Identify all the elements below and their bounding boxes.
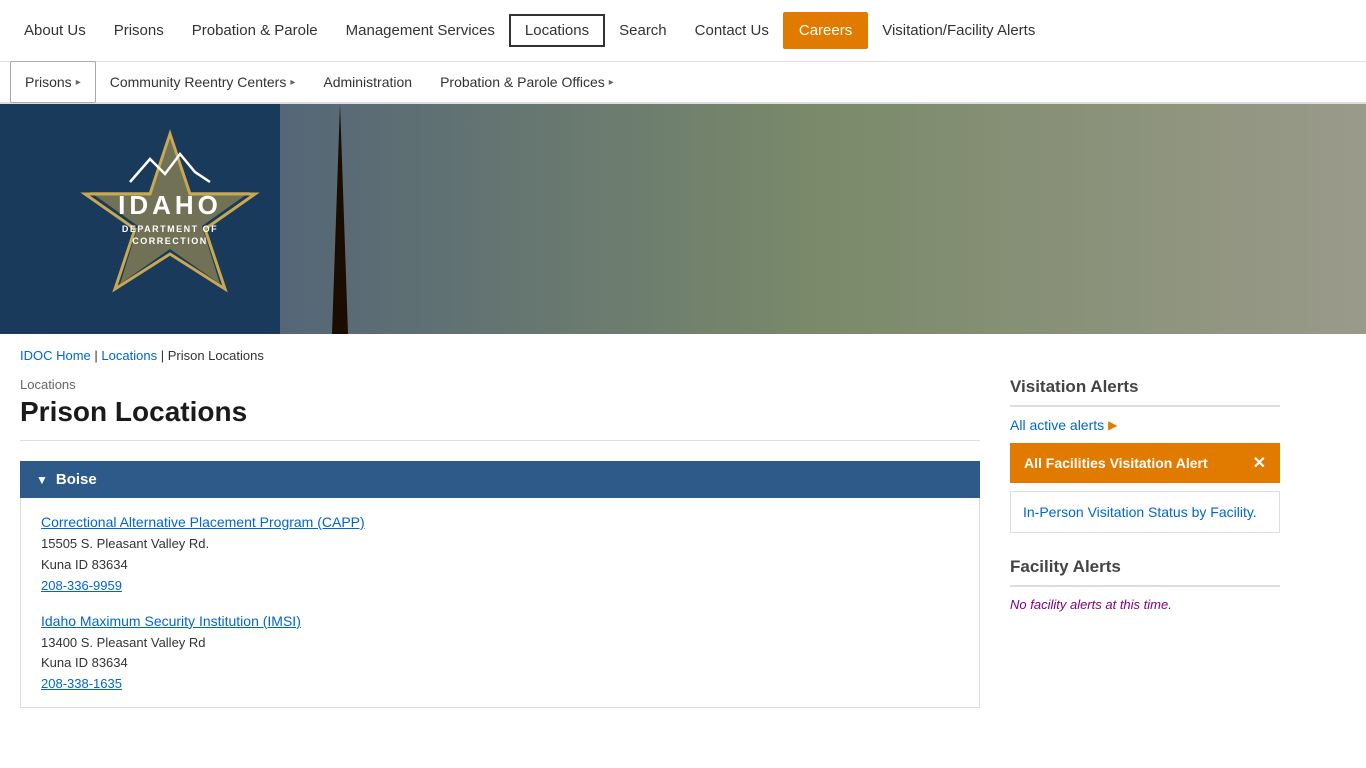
page-title: Prison Locations xyxy=(20,396,980,441)
location-section-boise: ▼ Boise Correctional Alternative Placeme… xyxy=(20,461,980,708)
facility-address-imsi: 13400 S. Pleasant Valley Rd Kuna ID 8363… xyxy=(41,633,959,675)
nav-about-us[interactable]: About Us xyxy=(10,0,100,62)
subnav-administration[interactable]: Administration xyxy=(309,61,426,103)
subnav-probation-arrow: ▸ xyxy=(609,77,614,88)
nav-visitation-alerts[interactable]: Visitation/Facility Alerts xyxy=(868,0,1049,62)
facility-entry-capp: Correctional Alternative Placement Progr… xyxy=(41,514,959,593)
subnav-community-reentry[interactable]: Community Reentry Centers ▸ xyxy=(96,61,310,103)
svg-text:DEPARTMENT OF: DEPARTMENT OF xyxy=(122,224,218,234)
facility-entry-imsi: Idaho Maximum Security Institution (IMSI… xyxy=(41,613,959,692)
visitation-alerts-title: Visitation Alerts xyxy=(1010,377,1280,407)
facility-phone-capp[interactable]: 208-336-9959 xyxy=(41,578,959,593)
section-header-boise[interactable]: ▼ Boise xyxy=(20,461,980,498)
facility-alerts-title: Facility Alerts xyxy=(1010,557,1280,587)
nav-contact-us[interactable]: Contact Us xyxy=(681,0,783,62)
nav-probation-parole[interactable]: Probation & Parole xyxy=(178,0,332,62)
svg-text:IDAHO: IDAHO xyxy=(118,190,222,220)
svg-text:CORRECTION: CORRECTION xyxy=(132,236,208,246)
nav-careers[interactable]: Careers xyxy=(783,12,868,49)
content-right: Visitation Alerts All active alerts ▶ Al… xyxy=(1010,377,1280,708)
all-facilities-alert-banner[interactable]: All Facilities Visitation Alert ✕ xyxy=(1010,443,1280,483)
sub-nav: Prisons ▸ Community Reentry Centers ▸ Ad… xyxy=(0,62,1366,104)
nav-prisons[interactable]: Prisons xyxy=(100,0,178,62)
visitation-alerts-section: Visitation Alerts All active alerts ▶ Al… xyxy=(1010,377,1280,533)
facility-alerts-section: Facility Alerts No facility alerts at th… xyxy=(1010,557,1280,612)
breadcrumb-locations[interactable]: Locations xyxy=(101,348,157,363)
nav-management-services[interactable]: Management Services xyxy=(332,0,509,62)
page-category: Locations xyxy=(20,377,980,392)
section-toggle-arrow: ▼ xyxy=(36,473,48,487)
facility-phone-imsi[interactable]: 208-338-1635 xyxy=(41,676,959,691)
breadcrumb-current: Prison Locations xyxy=(168,348,264,363)
subnav-probation-parole-offices[interactable]: Probation & Parole Offices ▸ xyxy=(426,61,628,103)
facility-name-capp[interactable]: Correctional Alternative Placement Progr… xyxy=(41,514,959,530)
alert-dismiss-icon[interactable]: ✕ xyxy=(1253,453,1266,473)
facility-address-capp: 15505 S. Pleasant Valley Rd. Kuna ID 836… xyxy=(41,534,959,576)
top-nav: About Us Prisons Probation & Parole Mana… xyxy=(0,0,1366,62)
breadcrumb: IDOC Home | Locations | Prison Locations xyxy=(0,334,1366,377)
in-person-visitation-link[interactable]: In-Person Visitation Status by Facility. xyxy=(1023,504,1257,520)
section-body-boise: Correctional Alternative Placement Progr… xyxy=(20,498,980,708)
breadcrumb-home[interactable]: IDOC Home xyxy=(20,348,91,363)
nav-locations[interactable]: Locations xyxy=(509,14,605,47)
hero-banner: IDAHO DEPARTMENT OF CORRECTION xyxy=(0,104,1366,334)
idoc-logo: IDAHO DEPARTMENT OF CORRECTION xyxy=(70,124,270,314)
no-facility-alerts-text: No facility alerts at this time. xyxy=(1010,597,1280,612)
alert-detail: In-Person Visitation Status by Facility. xyxy=(1010,491,1280,533)
all-active-alerts-link[interactable]: All active alerts ▶ xyxy=(1010,417,1280,433)
content-left: Locations Prison Locations ▼ Boise Corre… xyxy=(20,377,980,708)
subnav-community-arrow: ▸ xyxy=(290,77,295,88)
alert-arrow-icon: ▶ xyxy=(1108,418,1117,432)
subnav-prisons[interactable]: Prisons ▸ xyxy=(10,61,96,103)
nav-search[interactable]: Search xyxy=(605,0,681,62)
subnav-prisons-arrow: ▸ xyxy=(76,77,81,88)
breadcrumb-sep2: | xyxy=(161,348,168,363)
section-city-name: Boise xyxy=(56,471,97,488)
facility-name-imsi[interactable]: Idaho Maximum Security Institution (IMSI… xyxy=(41,613,959,629)
